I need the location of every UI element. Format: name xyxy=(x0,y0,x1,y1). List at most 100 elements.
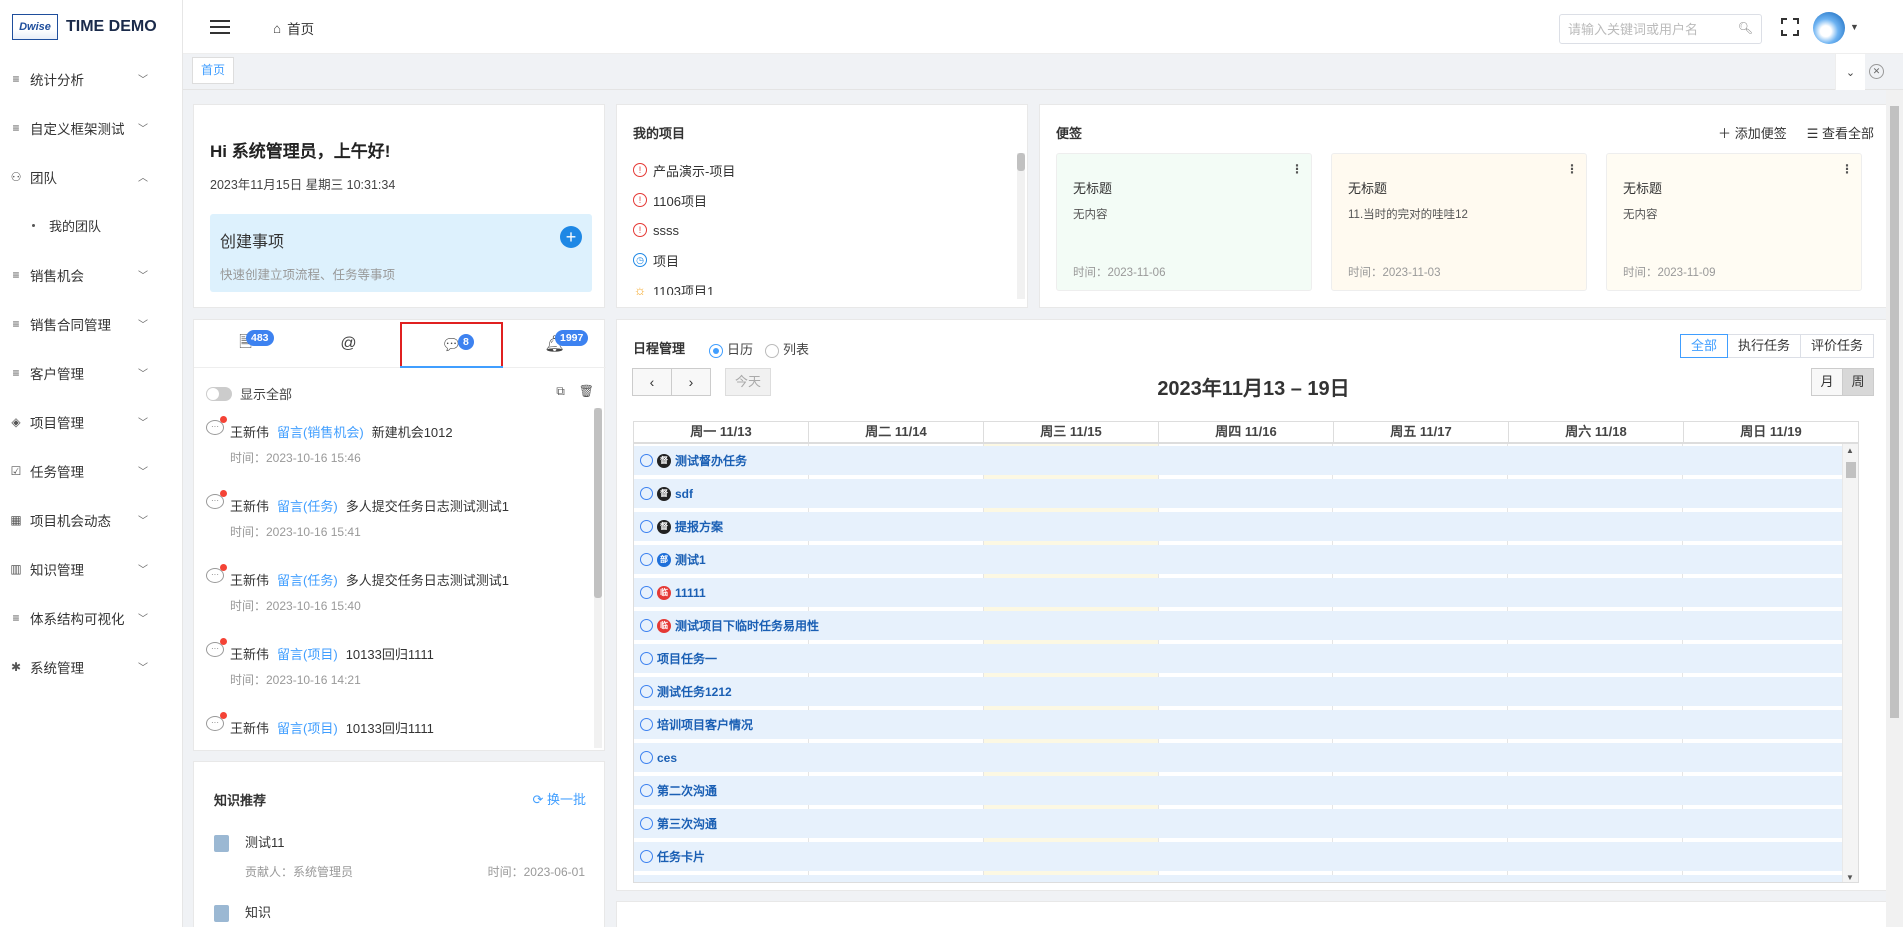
sidebar-item[interactable]: ✱ 系统管理 ﹀ xyxy=(0,642,182,691)
scroll-down-icon[interactable]: ▼ xyxy=(1846,873,1854,882)
sidebar-item[interactable]: ◈ 项目管理 ﹀ xyxy=(0,397,182,446)
sidebar-subitem[interactable]: 我的团队 xyxy=(0,201,182,250)
message-tab[interactable]: 💬︎ 8 xyxy=(400,322,503,368)
trash-icon[interactable]: 🗑︎ xyxy=(579,384,594,399)
calendar-event[interactable]: 部测试1 xyxy=(634,545,1842,574)
task-type-icon: 督 xyxy=(657,453,671,468)
calendar-event[interactable]: 督 sdf xyxy=(634,479,1842,508)
message-time: 时间：2023-10-16 14:21 xyxy=(230,673,361,687)
menu-toggle-icon[interactable] xyxy=(210,20,230,34)
message-tab[interactable]: 🗎︎ 483 xyxy=(194,320,297,368)
message-user: 王新伟 xyxy=(230,573,270,588)
message-item[interactable]: ··· 王新伟 留言(任务) 多人提交任务日志测试测试1 时间：2023-10-16… xyxy=(204,482,588,556)
sidebar-item[interactable]: ▥ 知识管理 ﹀ xyxy=(0,544,182,593)
project-item[interactable]: ! 1106项目 xyxy=(633,185,1008,215)
calendar-event[interactable]: 督提报方案 xyxy=(634,512,1842,541)
active-tab-underline xyxy=(400,366,503,368)
sidebar-item[interactable]: ☑ 任务管理 ﹀ xyxy=(0,446,182,495)
caret-down-icon[interactable]: ▼ xyxy=(1850,22,1859,32)
view-all-notes-button[interactable]: ☰ 查看全部 xyxy=(1807,123,1874,142)
more-icon[interactable]: ⋮ xyxy=(1291,162,1303,176)
sidebar-item[interactable]: ≡ 统计分析 ﹀ xyxy=(0,54,182,103)
view-mode-radio[interactable]: 日历 xyxy=(709,339,753,358)
calendar-event[interactable]: 临测试项目下临时任务易用性 xyxy=(634,611,1842,640)
message-type-link[interactable]: 留言(销售机会) xyxy=(277,425,364,440)
message-tab[interactable]: 🔔︎ 1997 xyxy=(503,320,606,368)
chevron-down-icon[interactable]: ⌄ xyxy=(1835,54,1865,90)
message-item[interactable]: ··· 王新伟 留言(项目) 10133回归1111 时间：2023-10-16 1… xyxy=(204,630,588,704)
mark-read-icon[interactable]: ⧉ xyxy=(556,384,565,399)
project-item[interactable]: ☼ 1103项目1 xyxy=(633,275,1008,295)
fullscreen-icon[interactable] xyxy=(1781,18,1799,36)
more-icon[interactable]: ⋮ xyxy=(1566,162,1578,176)
add-note-button[interactable]: ＋ 添加便签 xyxy=(1718,123,1787,142)
calendar-scrollbar[interactable]: ▲ ▼ xyxy=(1842,444,1858,882)
message-type-link[interactable]: 留言(项目) xyxy=(277,721,338,736)
note-card[interactable]: ⋮ 无标题 无内容 时间：2023-11-09 xyxy=(1606,153,1862,291)
note-content: 无内容 xyxy=(1073,209,1108,221)
scroll-up-icon[interactable]: ▲ xyxy=(1846,446,1854,455)
calendar-event[interactable]: 测试任务1212 xyxy=(634,677,1842,706)
calendar-view-button[interactable]: 周 xyxy=(1842,368,1874,396)
calendar-event[interactable]: ces xyxy=(634,743,1842,772)
calendar-range-title: 2023年11月13 – 19日 xyxy=(1157,378,1350,400)
calendar-header: 周一 11/13 周二 11/14 周三 11/15 周四 11/16 周五 11/17… xyxy=(633,421,1859,443)
message-scrollbar[interactable] xyxy=(594,408,602,748)
toggle-switch[interactable] xyxy=(206,386,232,401)
create-item-panel[interactable]: 创建事项 快速创建立项流程、任务等事项 + xyxy=(210,214,592,292)
calendar-event[interactable]: 第二次沟通 xyxy=(634,776,1842,805)
project-item[interactable]: ! ssss xyxy=(633,215,1008,245)
sun-icon: ☼ xyxy=(633,282,647,295)
search-input[interactable] xyxy=(1568,21,1738,37)
view-mode-radio[interactable]: 列表 xyxy=(765,339,809,358)
search-icon[interactable]: 🔍︎ xyxy=(1738,21,1753,35)
logo[interactable]: Dwise TIME DEMO xyxy=(0,0,182,54)
project-item[interactable]: ! 产品演示-项目 xyxy=(633,155,1008,185)
refresh-button[interactable]: ⟳ 换一批 xyxy=(532,789,586,808)
filter-button[interactable]: 执行任务 xyxy=(1726,334,1801,358)
more-icon[interactable]: ⋮ xyxy=(1841,162,1853,176)
breadcrumb[interactable]: ⌂ 首页 xyxy=(273,18,314,38)
note-card[interactable]: ⋮ 无标题 11.当时的完对的哇哇12 时间：2023-11-03 xyxy=(1331,153,1587,291)
calendar-event[interactable]: 项目临时任务 xyxy=(634,875,1842,882)
calendar-event[interactable]: 督测试督办任务 xyxy=(634,446,1842,475)
sidebar-item[interactable]: ≡ 自定义框架测试 ﹀ xyxy=(0,103,182,152)
knowledge-item[interactable]: 知识 xyxy=(214,902,271,923)
create-item-desc: 快速创建立项流程、任务等事项 xyxy=(220,268,396,282)
sidebar-item[interactable]: ≡ 体系结构可视化 ﹀ xyxy=(0,593,182,642)
calendar-event[interactable]: 培训项目客户情况 xyxy=(634,710,1842,739)
sidebar-item[interactable]: ≡ 客户管理 ﹀ xyxy=(0,348,182,397)
add-icon[interactable]: + xyxy=(560,226,582,248)
sidebar-item[interactable]: ≡ 销售机会 ﹀ xyxy=(0,250,182,299)
calendar-event[interactable]: 第三次沟通 xyxy=(634,809,1842,838)
filter-button[interactable]: 全部 xyxy=(1679,334,1728,358)
sidebar-item-label: 系统管理 xyxy=(30,660,84,676)
knowledge-item[interactable]: 测试11 xyxy=(214,832,285,853)
event-title: 第三次沟通 xyxy=(657,817,718,831)
calendar-event[interactable]: 临 11111 xyxy=(634,578,1842,607)
message-type-link[interactable]: 留言(项目) xyxy=(277,647,338,662)
message-tab[interactable]: @ xyxy=(297,320,400,368)
page-scrollbar[interactable] xyxy=(1886,90,1903,927)
sidebar-item-label: 团队 xyxy=(30,170,57,186)
sidebar-item[interactable]: ▦ 项目机会动态 ﹀ xyxy=(0,495,182,544)
message-item[interactable]: ··· 王新伟 留言(销售机会) 新建机会1012 时间：2023-10-16 15… xyxy=(204,408,588,482)
project-item[interactable]: ◷ 项目 xyxy=(633,245,1008,275)
message-type-link[interactable]: 留言(任务) xyxy=(277,499,338,514)
sidebar-item[interactable]: ≡ 销售合同管理 ﹀ xyxy=(0,299,182,348)
calendar-view-button[interactable]: 月 xyxy=(1811,368,1843,396)
note-card[interactable]: ⋮ 无标题 无内容 时间：2023-11-06 xyxy=(1056,153,1312,291)
projects-scrollbar[interactable] xyxy=(1017,153,1025,299)
message-type-link[interactable]: 留言(任务) xyxy=(277,573,338,588)
calendar-event[interactable]: 任务卡片 xyxy=(634,842,1842,871)
calendar-event[interactable]: 项目任务一 xyxy=(634,644,1842,673)
message-item[interactable]: ··· 王新伟 留言(项目) 10133回归1111 xyxy=(204,704,588,748)
avatar[interactable] xyxy=(1813,12,1845,44)
sidebar-item[interactable]: ⚇ 团队 ︿ xyxy=(0,152,182,201)
tab-home[interactable]: 首页 xyxy=(192,57,235,84)
close-icon[interactable]: ✕ xyxy=(1869,64,1884,79)
clock-icon: ◷ xyxy=(633,253,647,267)
filter-button[interactable]: 评价任务 xyxy=(1799,334,1874,358)
message-item[interactable]: ··· 王新伟 留言(任务) 多人提交任务日志测试测试1 时间：2023-10-16… xyxy=(204,556,588,630)
show-all-toggle[interactable]: 显示全部 xyxy=(206,384,292,403)
